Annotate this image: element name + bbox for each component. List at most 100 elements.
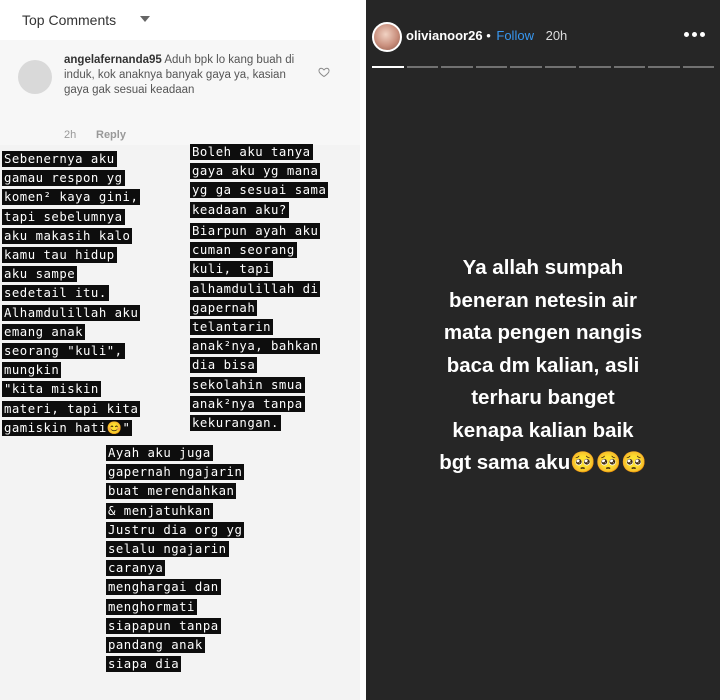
dm-line: komen² kaya gini, <box>2 188 141 207</box>
progress-segment <box>544 66 576 68</box>
dm-line: gapernah ngajarin <box>106 463 245 482</box>
follow-button[interactable]: Follow <box>496 28 534 43</box>
dm-line-text: cuman seorang <box>190 242 297 259</box>
dm-line: caranya <box>106 559 244 578</box>
separator: • <box>486 28 491 43</box>
dm-line-text: gamau respon yg <box>2 170 125 187</box>
dm-line: materi, tapi kita <box>2 400 141 419</box>
dm-line: kuli, tapi <box>190 260 320 279</box>
story-text-line: baca dm kalian, asli <box>446 353 640 377</box>
avatar[interactable] <box>18 60 52 94</box>
top-comments-label[interactable]: Top Comments <box>22 12 116 28</box>
avatar[interactable] <box>372 22 402 52</box>
dm-line: siapa dia <box>106 655 244 674</box>
dm-line-text: kuli, tapi <box>190 261 274 278</box>
dm-line: aku makasih kalo <box>2 227 140 246</box>
progress-segment <box>441 66 473 68</box>
comment-username[interactable]: angelafernanda95 <box>64 54 162 66</box>
dm-line: sedetail itu. <box>2 284 140 303</box>
dm-line-text: Sebenernya aku <box>2 151 117 167</box>
dm-line-text: siapapun tanpa <box>106 617 221 634</box>
dm-line-text: yg ga sesuai sama <box>190 182 329 199</box>
dm-line-text: "kita miskin <box>2 381 101 398</box>
dm-line-text: mungkin <box>2 362 62 379</box>
reply-button[interactable]: Reply <box>96 129 126 141</box>
dm-line-text: Boleh aku tanya <box>190 144 313 160</box>
story-text-line: bgt sama aku🥺🥺🥺 <box>439 451 647 474</box>
dm-line: telantarin <box>190 318 320 337</box>
progress-segment <box>510 66 542 68</box>
dm-line: anak²nya, bahkan <box>190 337 321 356</box>
dm-line: Ayah aku juga <box>106 444 244 463</box>
story-panel: olivianoor26 • Follow 20h Ya allah sumpa… <box>366 0 720 700</box>
dm-line: gapernah <box>190 299 320 318</box>
dm-line-text: gamiskin hati😊" <box>2 419 133 436</box>
chevron-down-icon[interactable] <box>140 16 150 22</box>
dm-line: mungkin <box>2 361 140 380</box>
dm-line-text: dia bisa <box>190 357 258 374</box>
dm-block-2: Boleh aku tanya gaya aku yg mana yg ga ses… <box>190 143 329 220</box>
progress-segment <box>613 66 645 68</box>
dm-line: sekolahin smua <box>190 376 320 395</box>
story-text-line: kenapa kalian baik <box>452 418 634 442</box>
comment-item: angelafernanda95 Aduh bpk lo kang buah d… <box>0 40 360 145</box>
progress-segment <box>406 66 438 68</box>
dm-line-text: emang anak <box>2 323 86 340</box>
story-username[interactable]: olivianoor26 <box>406 28 483 43</box>
dm-line-text: seorang "kuli", <box>2 343 125 360</box>
dm-line: tapi sebelumnya <box>2 208 140 227</box>
dm-line-text: Justru dia org yg <box>106 521 245 538</box>
dm-line: Alhamdulillah aku <box>2 304 141 323</box>
story-text: Ya allah sumpah beneran netesin air mata p… <box>390 252 696 480</box>
dm-line-text: sedetail itu. <box>2 285 109 302</box>
heart-icon[interactable] <box>318 66 330 78</box>
dm-line-text: aku sampe <box>2 266 78 283</box>
dm-line-text: gapernah ngajarin <box>106 464 245 481</box>
dm-line: dia bisa <box>190 356 320 375</box>
dm-line: buat merendahkan <box>106 482 244 501</box>
dm-line-text: anak²nya tanpa <box>190 395 305 412</box>
left-screenshot-panel: Top Comments angelafernanda95 Aduh bpk l… <box>0 0 360 700</box>
dm-line: aku sampe <box>2 265 140 284</box>
dm-line-text: Ayah aku juga <box>106 445 213 461</box>
dm-line-text: pandang anak <box>106 637 205 654</box>
dm-line: Justru dia org yg <box>106 521 245 540</box>
dm-line: alhamdulillah di <box>190 280 321 299</box>
dm-line: menghargai dan <box>106 578 244 597</box>
dm-block-1: Sebenernya aku gamau respon yg komen² kaya… <box>2 150 141 438</box>
dm-line-text: alhamdulillah di <box>190 280 321 297</box>
dm-line: seorang "kuli", <box>2 342 140 361</box>
story-header: olivianoor26 • Follow 20h <box>406 28 567 43</box>
dm-line-text: aku makasih kalo <box>2 227 133 244</box>
dm-line-text: kekurangan. <box>190 415 281 432</box>
dm-line-text: gapernah <box>190 299 258 316</box>
dm-line: kekurangan. <box>190 414 320 433</box>
comment-time: 2h <box>64 129 77 141</box>
progress-segment <box>372 66 404 68</box>
comment-body: angelafernanda95 Aduh bpk lo kang buah d… <box>64 53 312 98</box>
dm-line: menghormati <box>106 598 244 617</box>
dm-line: Biarpun ayah aku <box>190 222 321 241</box>
dm-line-text: tapi sebelumnya <box>2 208 125 225</box>
dm-line-text: Biarpun ayah aku <box>190 223 321 239</box>
dm-line-text: menghormati <box>106 598 197 615</box>
dm-line: "kita miskin <box>2 380 140 399</box>
dm-line: selalu ngajarin <box>106 540 244 559</box>
story-text-line: beneran netesin air <box>449 288 637 312</box>
comments-header: Top Comments <box>0 0 360 40</box>
dm-line-text: keadaan aku? <box>190 201 289 218</box>
dm-line: gaya aku yg mana <box>190 162 328 181</box>
dm-line-text: selalu ngajarin <box>106 541 229 558</box>
dm-line: pandang anak <box>106 636 244 655</box>
story-text-line: terharu banget <box>471 386 615 409</box>
dm-line: Boleh aku tanya <box>190 143 328 162</box>
more-options-icon[interactable] <box>684 32 706 38</box>
dm-line-text: telantarin <box>190 319 274 336</box>
progress-segment <box>682 66 714 68</box>
dm-line: gamiskin hati😊" <box>2 419 140 438</box>
dm-line: Sebenernya aku <box>2 150 140 169</box>
dm-line-text: materi, tapi kita <box>2 400 141 417</box>
dm-line-text: Alhamdulillah aku <box>2 304 141 321</box>
dm-line: kamu tau hidup <box>2 246 140 265</box>
dm-line: cuman seorang <box>190 241 320 260</box>
